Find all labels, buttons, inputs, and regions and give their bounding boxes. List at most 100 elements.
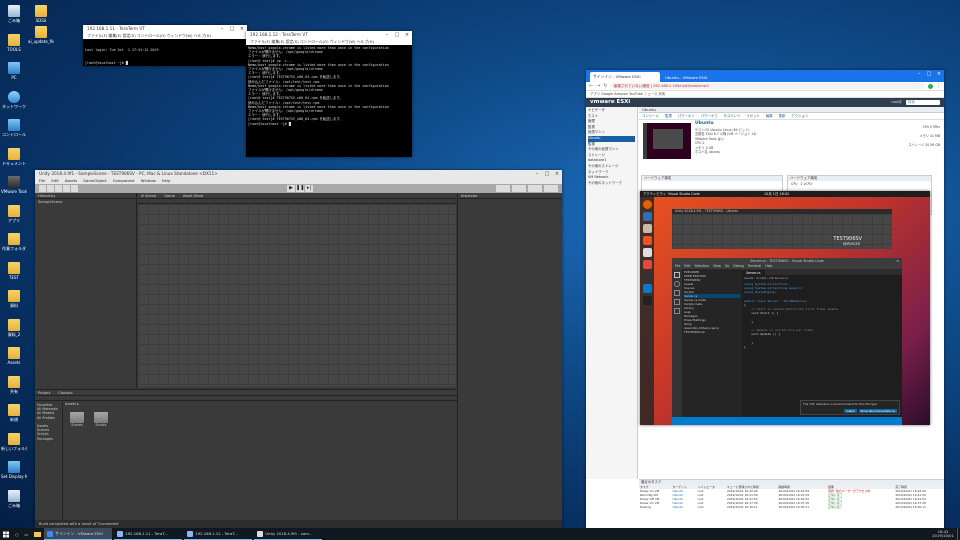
desktop-icon[interactable]: 新しいフォルダー — [1, 432, 27, 452]
extensions-icon[interactable] — [674, 308, 680, 314]
tab-scene[interactable]: # Scene — [141, 193, 156, 198]
vm-toolbar-button[interactable]: パワーオン — [678, 113, 695, 119]
menu-kebab-icon[interactable]: ⋮ — [936, 83, 941, 89]
desktop-icon-sdss[interactable]: SDSS — [28, 5, 54, 23]
desktop-icon[interactable]: ドキュメント — [1, 147, 27, 167]
rect-tool-icon[interactable] — [71, 185, 78, 192]
vm-toolbar-button[interactable]: パワーオフ — [701, 113, 718, 119]
address-bar[interactable]: 保護されていない通信 | 192.168.1.100/ui/#/host/vms… — [610, 83, 925, 89]
desktop-icon[interactable]: PC — [1, 62, 27, 80]
ubuntu-unity-window[interactable]: Unity 2018.4.9f1 - TEST906SV - Ubuntu TE… — [672, 209, 892, 249]
desktop-icon-ai-update[interactable]: ai_update_files — [28, 26, 54, 44]
pause-icon[interactable]: ❚❚ — [296, 185, 304, 192]
vm-toolbar-button[interactable]: 監視 — [665, 113, 672, 119]
profile-avatar[interactable] — [928, 83, 933, 89]
unity-editor-window[interactable]: Unity 2018.4.9f1 - SampleScene - TEST906… — [35, 170, 562, 528]
table-row[interactable]: Destroy Ubuntu root 2019/10/01 16:30:11 2019… — [639, 505, 944, 509]
minimize-icon[interactable]: – — [914, 70, 924, 78]
task-view-button[interactable]: ▭ — [22, 528, 32, 540]
desktop-icon[interactable]: 新規 — [1, 404, 27, 423]
taskbar-clock[interactable]: 16:42 2019/10/01 — [929, 528, 957, 540]
esxi-search-input[interactable]: 検索 — [906, 100, 940, 105]
vm-toolbar-button[interactable]: リセット — [746, 113, 760, 119]
asset-folder-scripts[interactable]: Scripts — [93, 412, 109, 427]
terminal-output[interactable]: Last login: Tue Oct 1 17:41:12 2019 [roo… — [83, 39, 247, 66]
firefox-icon[interactable] — [642, 200, 652, 209]
browser-tab[interactable]: Ubuntu - VMware ESXi — [662, 73, 722, 82]
minimize-icon[interactable]: – — [217, 25, 227, 33]
rotate-tool-icon[interactable] — [55, 185, 62, 192]
tab-scene[interactable]: Game — [164, 193, 175, 198]
hierarchy-item[interactable]: SampleScene — [35, 199, 136, 205]
hand-tool-icon[interactable] — [39, 185, 46, 192]
vm-console-thumbnail[interactable] — [643, 123, 691, 159]
vscode-window[interactable]: Server.cs - TEST906SV - Visual Studio Co… — [672, 258, 902, 425]
desktop-icon[interactable]: アプリ — [1, 204, 27, 224]
taskbar-app-button[interactable]: サインイン - VMware ESXi — [44, 528, 113, 540]
play-icon[interactable]: ▶ — [287, 185, 295, 192]
close-icon[interactable]: × — [552, 170, 562, 178]
terminal-window-2[interactable]: 192.168.1.12 - TeraTerm VT – □ × ファイル(F) 編… — [246, 31, 412, 157]
window-titlebar[interactable]: Unity 2018.4.9f1 - SampleScene - TEST906… — [35, 170, 562, 178]
maximize-icon[interactable]: □ — [924, 70, 934, 78]
software-icon[interactable] — [642, 236, 652, 245]
maximize-icon[interactable]: □ — [227, 25, 237, 33]
tree-item[interactable]: Packages — [37, 437, 60, 441]
show-recommendations-button[interactable]: Show Recommendations — [858, 409, 897, 413]
window-titlebar[interactable]: 192.168.1.11 - TeraTerm VT – □ × — [83, 25, 247, 33]
terminal-icon[interactable] — [642, 272, 652, 281]
vm-toolbar-button[interactable]: サスペンド — [724, 113, 741, 119]
esxi-user[interactable]: root@ — [891, 100, 902, 104]
desktop-icon[interactable]: 共有 — [1, 375, 27, 395]
maximize-icon[interactable]: □ — [542, 170, 552, 178]
account-button[interactable] — [512, 185, 526, 192]
vscode-titlebar[interactable]: Server.cs - TEST906SV - Visual Studio Co… — [672, 258, 902, 264]
terminal-window-1[interactable]: 192.168.1.11 - TeraTerm VT – □ × ファイル(F) 編… — [83, 25, 247, 66]
source-control-icon[interactable] — [674, 290, 680, 296]
explorer-item[interactable]: TEST906SV.sln — [684, 330, 740, 334]
desktop-icon[interactable]: TOOLS — [1, 33, 27, 52]
files-icon[interactable] — [642, 224, 652, 233]
desktop-icon[interactable]: Set Display Manager — [1, 461, 27, 479]
close-icon[interactable]: × — [934, 70, 944, 78]
tab-scene[interactable]: Asset Store — [183, 193, 203, 198]
asset-folder-scenes[interactable]: Scenes — [69, 412, 85, 427]
desktop-icon[interactable]: TEST — [1, 261, 27, 280]
vm-toolbar-button[interactable]: アクション — [791, 113, 808, 119]
forward-icon[interactable]: → — [596, 83, 600, 89]
desktop-icon[interactable]: 資料 — [1, 290, 27, 309]
reload-icon[interactable]: ↻ — [603, 83, 607, 89]
scale-tool-icon[interactable] — [63, 185, 70, 192]
bookmarks-bar[interactable]: アプリ Google Amazon YouTube ニュース 天気 — [586, 91, 944, 98]
back-icon[interactable]: ← — [589, 83, 593, 89]
browser-tab-active[interactable]: サインイン - VMware ESXi — [590, 72, 660, 82]
desktop-icon[interactable]: ごみ箱 — [1, 489, 27, 509]
desktop-icon[interactable]: 資料_2 — [1, 318, 27, 338]
layers-dropdown[interactable] — [528, 185, 542, 192]
desktop-icon[interactable]: ネットワーク — [1, 90, 27, 110]
debug-icon[interactable] — [674, 299, 680, 305]
explorer-icon[interactable] — [674, 272, 680, 278]
explorer-taskbar-button[interactable] — [31, 528, 44, 540]
vm-console-window[interactable]: アクティビティ Visual Studio Code 10月 1日 16:42 … — [640, 191, 930, 425]
step-icon[interactable]: ▸| — [305, 185, 313, 192]
maximize-icon[interactable]: □ — [392, 31, 402, 39]
search-button[interactable]: ○ — [12, 528, 22, 540]
taskbar-app-button[interactable]: Unity 2018.4.9f1 - sam... — [254, 528, 323, 540]
navigator-item[interactable]: その他のネットワーク — [588, 181, 635, 187]
close-icon[interactable]: × — [896, 258, 899, 264]
desktop-icon[interactable]: ごみ箱 — [1, 5, 27, 24]
topbar-clock[interactable]: 10月 1日 16:42 — [764, 191, 789, 197]
desktop-icon[interactable]: コントロール — [1, 119, 27, 138]
taskbar-app-button[interactable]: 192.168.1.12 - TeraT... — [184, 528, 253, 540]
vm-toolbar-button[interactable]: 編集 — [766, 113, 773, 119]
close-icon[interactable]: × — [402, 31, 412, 39]
collab-button[interactable] — [496, 185, 510, 192]
settings-icon[interactable] — [642, 248, 652, 257]
code-editor[interactable]: using System.Collections; using System.Co… — [744, 282, 900, 349]
tab-project[interactable]: Project — [38, 390, 50, 395]
unity-icon[interactable] — [642, 296, 652, 305]
taskbar-app-button[interactable]: 192.168.1.11 - TeraT... — [114, 528, 183, 540]
start-button[interactable] — [0, 528, 12, 540]
thunderbird-icon[interactable] — [642, 212, 652, 221]
